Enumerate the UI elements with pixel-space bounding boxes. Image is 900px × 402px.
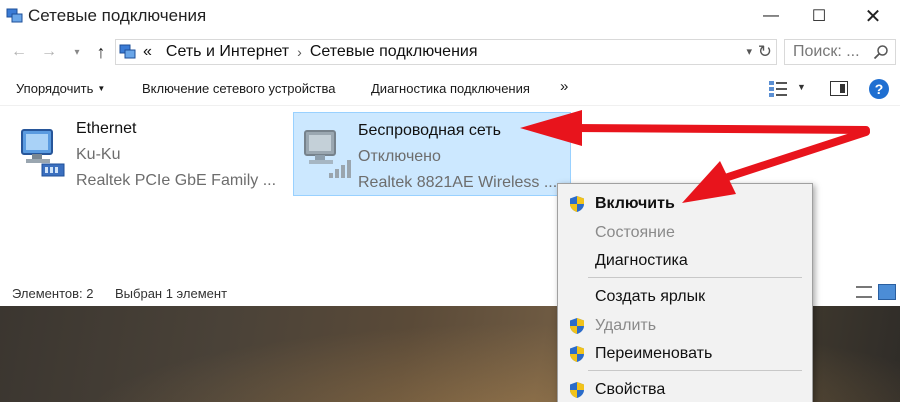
connection-network: Ku-Ku xyxy=(76,146,121,163)
connection-item-ethernet[interactable]: Ethernet Ku-Ku Realtek PCIe GbE Family .… xyxy=(10,114,280,194)
up-arrow-icon[interactable]: ↑ xyxy=(90,40,112,64)
refresh-icon[interactable]: ↻ xyxy=(758,42,772,62)
enable-device-button[interactable]: Включение сетевого устройства xyxy=(142,81,335,96)
menu-item-label: Свойства xyxy=(595,381,666,398)
network-folder-icon xyxy=(119,44,136,59)
connection-adapter: Realtek 8821AE Wireless ... xyxy=(358,174,558,191)
ethernet-adapter-icon xyxy=(21,129,65,177)
minimize-button[interactable]: — xyxy=(748,0,794,32)
menu-item-status[interactable]: Состояние xyxy=(558,220,812,246)
change-view-icon[interactable] xyxy=(768,80,788,98)
maximize-button[interactable]: ☐ xyxy=(796,0,842,32)
menu-item-delete[interactable]: Удалить xyxy=(558,313,812,339)
connection-name: Беспроводная сеть xyxy=(358,122,501,139)
search-icon[interactable] xyxy=(873,44,889,60)
close-button[interactable]: ✕ xyxy=(850,0,896,32)
network-connections-icon xyxy=(6,8,23,23)
menu-item-properties[interactable]: Свойства xyxy=(558,377,812,402)
preview-pane-icon[interactable] xyxy=(830,81,848,96)
connection-name: Ethernet xyxy=(76,120,137,137)
organize-button[interactable]: Упорядочить ▼ xyxy=(16,81,105,96)
menu-item-label: Создать ярлык xyxy=(595,288,706,305)
menu-separator xyxy=(588,277,802,278)
menu-item-label: Включить xyxy=(595,195,675,212)
organize-label: Упорядочить xyxy=(16,81,94,96)
connection-status: Отключено xyxy=(358,148,441,165)
menu-separator xyxy=(588,370,802,371)
window-title: Сетевые подключения xyxy=(28,6,207,25)
breadcrumb-network-internet[interactable]: Сеть и Интернет xyxy=(166,43,289,61)
forward-arrow-icon[interactable]: → xyxy=(38,40,60,64)
wireless-adapter-icon xyxy=(304,130,351,178)
recent-locations-chevron-icon[interactable]: ▾ xyxy=(66,40,88,64)
command-bar: Упорядочить ▼ Включение сетевого устройст… xyxy=(0,72,900,106)
menu-item-label: Переименовать xyxy=(595,345,713,362)
view-options-chevron-icon[interactable]: ▼ xyxy=(797,82,806,92)
title-bar: Сетевые подключения — ☐ ✕ xyxy=(0,0,900,34)
breadcrumb-separator[interactable]: › xyxy=(297,44,302,60)
breadcrumb-overflow[interactable]: « xyxy=(143,43,152,61)
menu-item-enable[interactable]: Включить xyxy=(558,191,812,217)
uac-shield-icon xyxy=(570,382,584,398)
search-input[interactable]: Поиск: ... xyxy=(784,39,896,65)
menu-item-label: Состояние xyxy=(595,224,675,241)
more-commands-button[interactable]: » xyxy=(560,78,568,95)
help-icon[interactable]: ? xyxy=(869,79,889,99)
connection-adapter: Realtek PCIe GbE Family ... xyxy=(76,172,277,189)
diagnose-connection-button[interactable]: Диагностика подключения xyxy=(371,81,530,96)
menu-item-rename[interactable]: Переименовать xyxy=(558,341,812,367)
back-arrow-icon[interactable]: ← xyxy=(8,40,30,64)
search-placeholder: Поиск: ... xyxy=(793,43,860,60)
tiles-view-icon[interactable] xyxy=(878,284,896,300)
selection-count: Выбран 1 элемент xyxy=(115,286,228,301)
address-bar[interactable]: « Сеть и Интернет › Сетевые подключения … xyxy=(115,39,777,65)
menu-item-diagnose[interactable]: Диагностика xyxy=(558,248,812,274)
uac-shield-icon xyxy=(570,346,584,362)
caret-down-icon: ▼ xyxy=(97,84,106,93)
menu-item-label: Диагностика xyxy=(595,252,688,269)
context-menu: Включить Состояние Диагностика Создать я… xyxy=(557,183,813,402)
uac-shield-icon xyxy=(570,318,584,334)
breadcrumb-network-connections[interactable]: Сетевые подключения xyxy=(310,43,478,61)
uac-shield-icon xyxy=(570,196,584,212)
address-history-chevron-icon[interactable]: ▾ xyxy=(746,45,752,58)
connection-item-wireless[interactable]: Беспроводная сеть Отключено Realtek 8821… xyxy=(293,112,571,196)
navigation-bar: ← → ▾ ↑ « Сеть и Интернет › Сетевые подк… xyxy=(0,36,900,68)
item-count: Элементов: 2 xyxy=(12,286,94,301)
menu-item-label: Удалить xyxy=(595,317,657,334)
menu-item-create-shortcut[interactable]: Создать ярлык xyxy=(558,284,812,310)
details-view-icon[interactable] xyxy=(856,286,872,298)
